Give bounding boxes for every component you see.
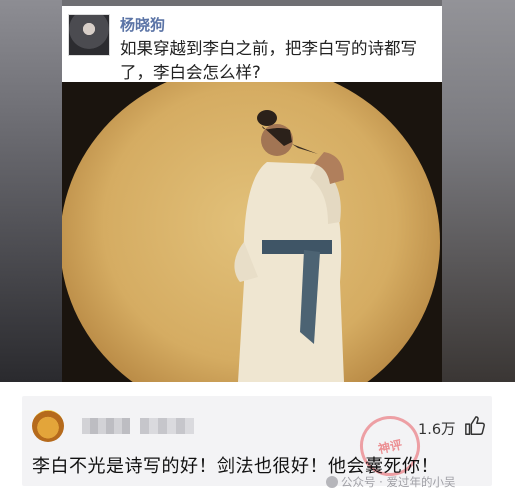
stage-photo-illustration: [62, 82, 442, 382]
background-left: [0, 0, 62, 382]
post-author-name[interactable]: 杨晓狗: [120, 14, 165, 35]
comment-card: 神评 1.6万 李白不光是诗写的好！剑法也很好！他会囊死你！: [22, 396, 492, 486]
post-question-text: 如果穿越到李白之前，把李白写的诗都写了，李白会怎么样?: [120, 39, 417, 82]
background-right: [442, 0, 515, 382]
thumbs-up-icon[interactable]: [464, 415, 486, 437]
watermark: 公众号 · 爱过年的小吴: [326, 474, 455, 490]
post-author-avatar[interactable]: [68, 14, 110, 56]
commenter-name-redacted: [82, 418, 130, 434]
post-photo[interactable]: [62, 82, 442, 382]
like-count: 1.6万: [418, 422, 456, 438]
watermark-text: 公众号 · 爱过年的小吴: [341, 475, 456, 489]
commenter-meta-redacted: [140, 418, 194, 434]
comment-section: 神评 1.6万 李白不光是诗写的好！剑法也很好！他会囊死你！ 公众号 · 爱过年…: [0, 382, 515, 500]
wechat-icon: [326, 476, 338, 488]
commenter-avatar[interactable]: [32, 410, 64, 442]
post-screenshot-card: 杨晓狗 如果穿越到李白之前，把李白写的诗都写了，李白会怎么样?: [62, 6, 442, 382]
